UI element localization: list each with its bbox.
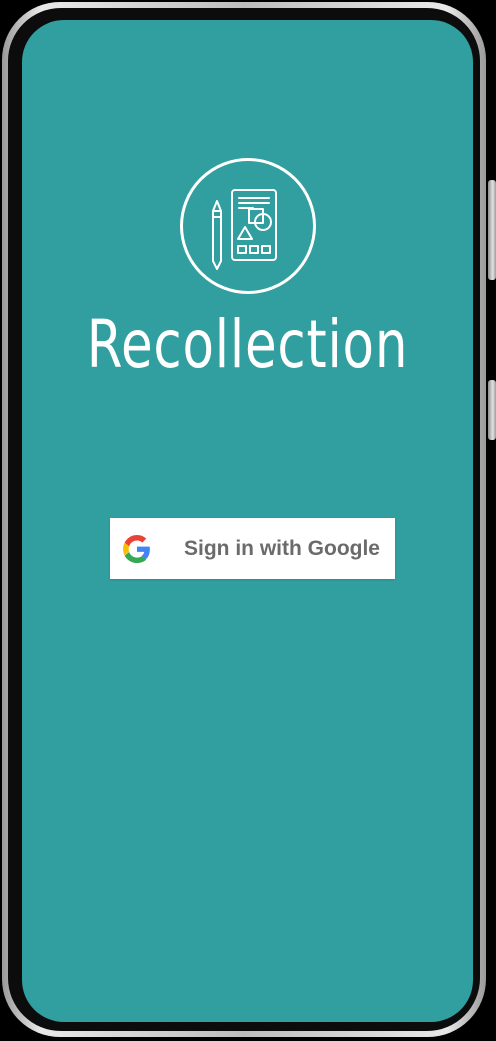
volume-button [488, 180, 496, 280]
sign-in-label: Sign in with Google [184, 537, 380, 560]
login-screen: Recollection Sign in with Google [22, 20, 473, 1022]
notebook-pencil-shapes-icon [212, 189, 277, 270]
google-g-icon [123, 535, 150, 563]
app-logo [180, 158, 316, 294]
app-title: Recollection [86, 306, 409, 383]
power-button [488, 380, 496, 440]
sign-in-with-google-button[interactable]: Sign in with Google [110, 518, 395, 579]
